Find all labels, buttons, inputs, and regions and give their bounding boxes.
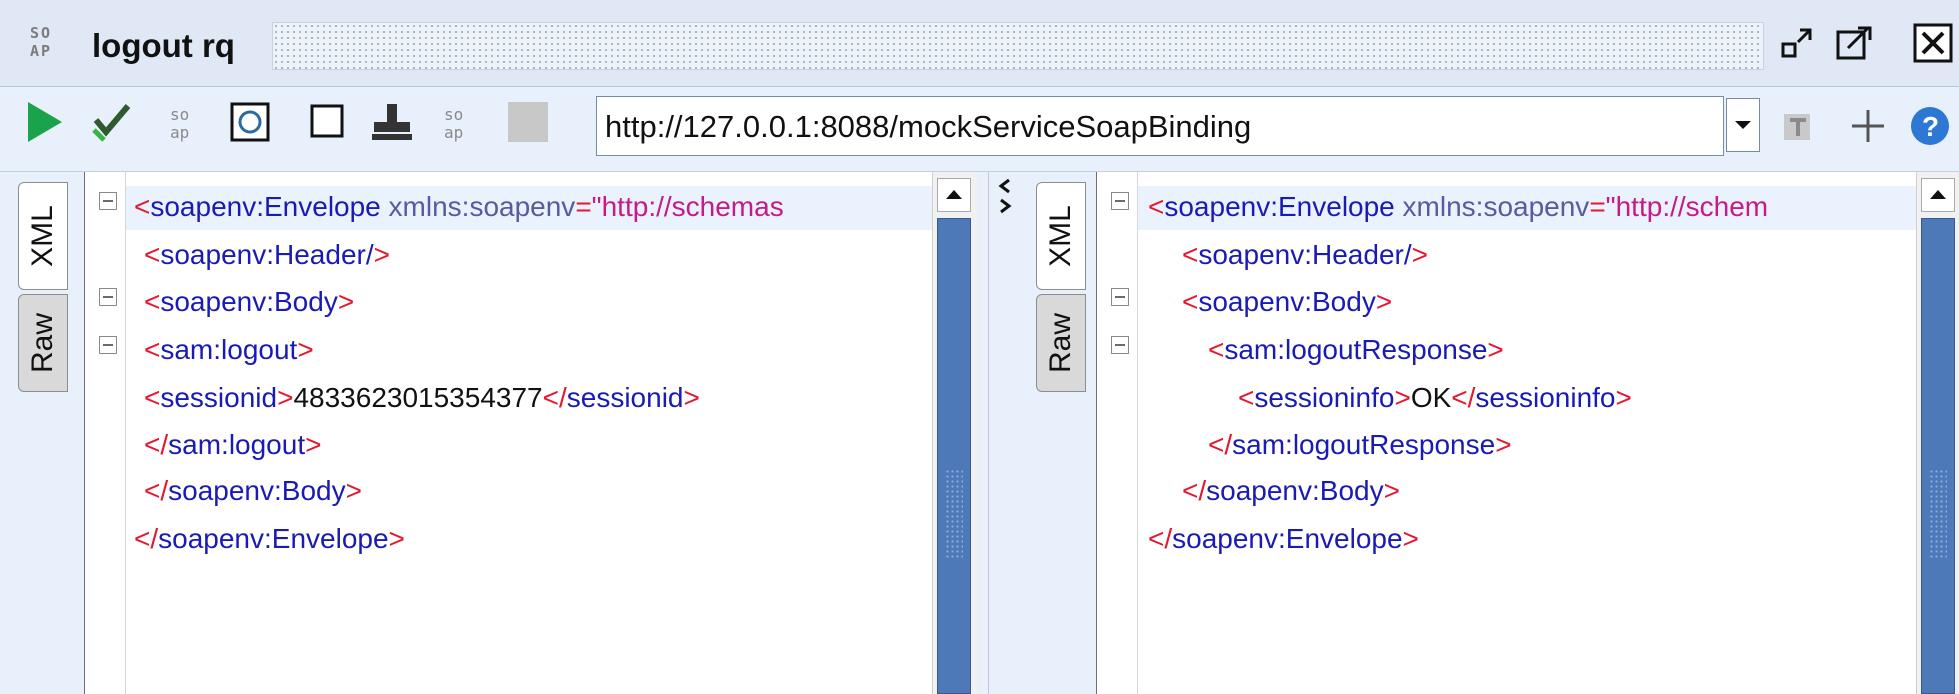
code-line: <soapenv:Header/> xyxy=(1182,239,1428,270)
fold-toggle-icon[interactable] xyxy=(1111,192,1129,210)
maximize-icon[interactable] xyxy=(1834,22,1876,64)
check-icon[interactable] xyxy=(90,100,134,144)
code-line: <sam:logoutResponse> xyxy=(1208,334,1504,365)
run-icon[interactable] xyxy=(22,100,66,144)
fold-toggle-icon[interactable] xyxy=(99,192,117,210)
svg-text:so: so xyxy=(170,105,189,124)
code-line: <sessionid>4833623015354377</sessionid> xyxy=(144,382,700,413)
tab-response-xml[interactable]: XML xyxy=(1036,182,1086,290)
url-dropdown-button[interactable] xyxy=(1726,98,1760,152)
code-line: </soapenv:Body> xyxy=(144,475,362,506)
soap-logo-icon: SO AP xyxy=(30,24,76,66)
code-line: </soapenv:Body> xyxy=(1182,475,1400,506)
fold-toggle-icon[interactable] xyxy=(1111,288,1129,306)
detach-icon[interactable] xyxy=(1778,22,1820,64)
request-xml-editor[interactable]: <soapenv:Envelope xmlns:soapenv="http://… xyxy=(126,172,932,694)
collapse-arrows-icon[interactable] xyxy=(989,174,1023,234)
scroll-thumb[interactable] xyxy=(937,218,971,694)
code-line: </soapenv:Envelope> xyxy=(134,523,405,554)
svg-text:so: so xyxy=(444,105,463,124)
logo-top: SO xyxy=(30,24,53,42)
chevron-up-icon xyxy=(1930,190,1946,199)
dots-icon[interactable]: so ap xyxy=(440,100,484,144)
svg-text:?: ? xyxy=(1922,111,1939,142)
scroll-up-button[interactable] xyxy=(1921,178,1955,212)
title-bar: SO AP logout rq xyxy=(0,0,1959,87)
stamp-icon[interactable] xyxy=(370,100,414,144)
plus-icon[interactable] xyxy=(1846,104,1890,148)
chevron-down-icon xyxy=(1735,121,1751,129)
svg-text:ap: ap xyxy=(170,123,189,142)
tab-response-raw[interactable]: Raw xyxy=(1036,294,1086,392)
window-title: logout rq xyxy=(92,27,235,64)
svg-text:ap: ap xyxy=(444,123,463,142)
code-line: </sam:logoutResponse> xyxy=(1208,429,1512,460)
logo-bottom: AP xyxy=(30,42,53,60)
response-xml-editor[interactable]: <soapenv:Envelope xmlns:soapenv="http://… xyxy=(1138,172,1916,694)
help-icon[interactable]: ? xyxy=(1906,104,1950,148)
code-line: <soapenv:Envelope xmlns:soapenv="http://… xyxy=(134,191,784,222)
code-line: <soapenv:Header/> xyxy=(144,239,390,270)
response-editor-gutter xyxy=(1096,172,1138,694)
title-drag-area[interactable] xyxy=(272,22,1764,70)
scroll-up-button[interactable] xyxy=(937,178,971,212)
code-line: <soapenv:Envelope xmlns:soapenv="http://… xyxy=(1148,191,1769,222)
code-line: </sam:logout> xyxy=(144,429,322,460)
stop-icon[interactable] xyxy=(506,100,550,144)
code-line: <sam:logout> xyxy=(144,334,314,365)
response-vertical-scrollbar[interactable] xyxy=(1916,172,1959,694)
code-line: <soapenv:Body> xyxy=(1182,286,1393,317)
tb-icon[interactable] xyxy=(1780,104,1824,148)
scroll-grip xyxy=(1929,469,1947,559)
session-info-value: OK xyxy=(1410,382,1452,413)
endpoint-url-text: http://127.0.0.1:8088/mockServiceSoapBin… xyxy=(605,109,1252,144)
request-editor-gutter xyxy=(84,172,126,694)
request-vertical-scrollbar[interactable] xyxy=(932,172,977,694)
square-icon[interactable] xyxy=(306,100,350,144)
code-line: </soapenv:Envelope> xyxy=(1148,523,1419,554)
session-id-value: 4833623015354377 xyxy=(293,382,543,413)
scroll-thumb[interactable] xyxy=(1921,218,1955,694)
fold-toggle-icon[interactable] xyxy=(99,336,117,354)
chevron-up-icon xyxy=(946,190,962,199)
fold-toggle-icon[interactable] xyxy=(1111,336,1129,354)
tab-request-xml[interactable]: XML xyxy=(18,182,68,290)
split-divider[interactable] xyxy=(988,172,1026,694)
code-line: <sessioninfo>OK</sessioninfo> xyxy=(1238,382,1632,413)
endpoint-url-field[interactable]: http://127.0.0.1:8088/mockServiceSoapBin… xyxy=(596,96,1724,156)
scroll-grip xyxy=(945,469,963,559)
fold-toggle-icon[interactable] xyxy=(99,288,117,306)
close-icon[interactable] xyxy=(1912,22,1954,64)
dots-icon[interactable]: so ap xyxy=(166,100,210,144)
tab-request-raw[interactable]: Raw xyxy=(18,294,68,392)
refresh-frame-icon[interactable] xyxy=(228,100,272,144)
code-line: <soapenv:Body> xyxy=(144,286,355,317)
